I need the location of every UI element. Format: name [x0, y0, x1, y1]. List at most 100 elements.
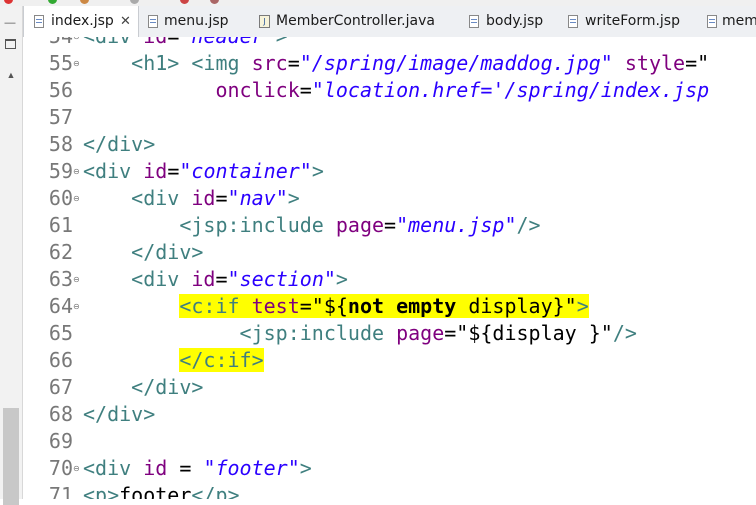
code-line[interactable]: 68 </div> — [23, 401, 756, 428]
tab-label: index.jsp — [51, 13, 114, 29]
tab-menu-jsp[interactable]: menu.jsp — [139, 6, 247, 37]
code-line[interactable]: 64 ⊖ <c:if test="${not empty display}"> — [23, 293, 756, 320]
tab-label: writeForm.jsp — [585, 13, 680, 29]
code-token: = — [167, 456, 204, 480]
code-line[interactable]: 55 ⊖ <h1> <img src="/spring/image/maddog.… — [23, 50, 756, 77]
fold-toggle-icon[interactable]: ⊖ — [73, 465, 80, 473]
toolbar-icon[interactable] — [130, 0, 139, 4]
code-token: test — [251, 294, 300, 318]
code-line[interactable]: 61 <jsp:include page="menu.jsp"/> — [23, 212, 756, 239]
line-number: 70 — [48, 456, 73, 480]
code-text: <div id="section"> — [83, 266, 348, 293]
code-token: > — [287, 186, 300, 210]
code-token: </p> — [191, 483, 240, 499]
fold-toggle-icon[interactable]: ⊖ — [73, 37, 80, 41]
line-number: 69 — [48, 429, 73, 453]
maximize-icon[interactable] — [2, 36, 18, 50]
code-text: onclick="location.href='/spring/index.js… — [83, 77, 709, 104]
code-line[interactable]: 65 <jsp:include page="${display }"/> — [23, 320, 756, 347]
scroll-up-icon[interactable]: ▲ — [4, 68, 18, 82]
line-number: 57 — [48, 105, 73, 129]
tab-mem[interactable]: mem — [707, 6, 756, 37]
debug-icon[interactable] — [48, 0, 57, 4]
left-side-panel: — ▲ — [0, 6, 23, 505]
fold-toggle-icon[interactable]: ⊖ — [73, 168, 80, 176]
minimize-icon[interactable]: — — [2, 16, 18, 30]
code-token: <div — [131, 267, 192, 291]
code-token: <div — [83, 456, 144, 480]
toolbar-icon[interactable] — [180, 0, 189, 4]
code-token: </div> — [131, 375, 204, 399]
code-line[interactable]: 62 </div> — [23, 239, 756, 266]
tab-index-jsp[interactable]: index.jsp ✕ — [23, 6, 139, 38]
line-number: 66 — [48, 348, 73, 372]
code-token: page — [335, 213, 385, 237]
code-token: page — [396, 321, 445, 345]
code-token: "menu.jsp" — [396, 213, 517, 237]
code-token: > — [276, 37, 288, 48]
code-token: ="${display }" — [444, 321, 613, 345]
code-token: display}" — [456, 294, 577, 318]
code-token: </c:if> — [179, 348, 264, 372]
code-token: onclick — [215, 78, 300, 102]
code-token: "footer" — [203, 456, 300, 480]
fold-toggle-icon[interactable]: ⊖ — [73, 303, 80, 311]
code-token: "header" — [179, 37, 275, 48]
fold-toggle-icon[interactable]: ⊖ — [73, 276, 80, 284]
code-text: <div id="header"> — [83, 37, 288, 50]
code-line[interactable]: 70 ⊖ <div id = "footer"> — [23, 455, 756, 482]
close-icon[interactable]: ✕ — [120, 6, 131, 37]
tab-body-jsp[interactable]: body.jsp — [459, 6, 563, 37]
code-line[interactable]: 59 ⊖ <div id="container"> — [23, 158, 756, 185]
code-line[interactable]: 56 onclick="location.href='/spring/index… — [23, 77, 756, 104]
code-line[interactable]: 54⊖<div id="header"> — [23, 37, 756, 50]
tab-writeform-jsp[interactable]: writeForm.jsp — [565, 6, 705, 37]
code-editor[interactable]: 54⊖<div id="header">55⊖ <h1> <img src="/… — [23, 37, 756, 499]
fold-toggle-icon[interactable]: ⊖ — [73, 195, 80, 203]
code-token: ="${ — [299, 294, 348, 318]
code-line[interactable]: 63 ⊖ <div id="section"> — [23, 266, 756, 293]
line-number: 62 — [48, 240, 73, 264]
fold-toggle-icon[interactable]: ⊖ — [73, 60, 80, 68]
line-number: 58 — [48, 132, 73, 156]
code-token: <jsp:include — [239, 321, 397, 345]
code-text: </div> — [83, 374, 203, 401]
code-token: <div — [131, 186, 192, 210]
line-number: 63 — [48, 267, 73, 291]
toolbar-icon[interactable] — [80, 0, 89, 4]
jsp-file-icon — [707, 15, 717, 28]
code-token: src — [251, 51, 288, 75]
code-line[interactable]: 66 </c:if> — [23, 347, 756, 374]
code-token: = — [287, 51, 300, 75]
code-token: id — [143, 456, 168, 480]
code-text: <div id="nav"> — [83, 185, 300, 212]
editor-tab-bar: index.jsp ✕ menu.jsp J MemberController.… — [23, 6, 756, 38]
code-token: not empty — [347, 294, 457, 318]
toolbar-icon[interactable] — [210, 0, 219, 4]
code-token: <h1> <img — [131, 51, 252, 75]
code-line[interactable]: 67 </div> — [23, 374, 756, 401]
code-line[interactable]: 71 <p>footer</p> — [23, 482, 756, 499]
run-icon[interactable] — [4, 0, 13, 4]
code-line[interactable]: 69 — [23, 428, 756, 455]
code-token: id — [143, 159, 168, 183]
code-token: > — [311, 159, 324, 183]
code-token: "location.href='/spring/index.jsp — [311, 78, 710, 102]
line-number: 65 — [48, 321, 73, 345]
scrollbar-thumb[interactable] — [3, 408, 19, 505]
line-number: 60 — [48, 186, 73, 210]
code-line[interactable]: 58 </div> — [23, 131, 756, 158]
code-token: </div> — [131, 240, 204, 264]
code-line[interactable]: 60 ⊖ <div id="nav"> — [23, 185, 756, 212]
code-token: > — [299, 456, 312, 480]
tab-membercontroller-java[interactable]: J MemberController.java — [249, 6, 457, 37]
code-line[interactable]: 57 — [23, 104, 756, 131]
code-token: = — [215, 267, 228, 291]
